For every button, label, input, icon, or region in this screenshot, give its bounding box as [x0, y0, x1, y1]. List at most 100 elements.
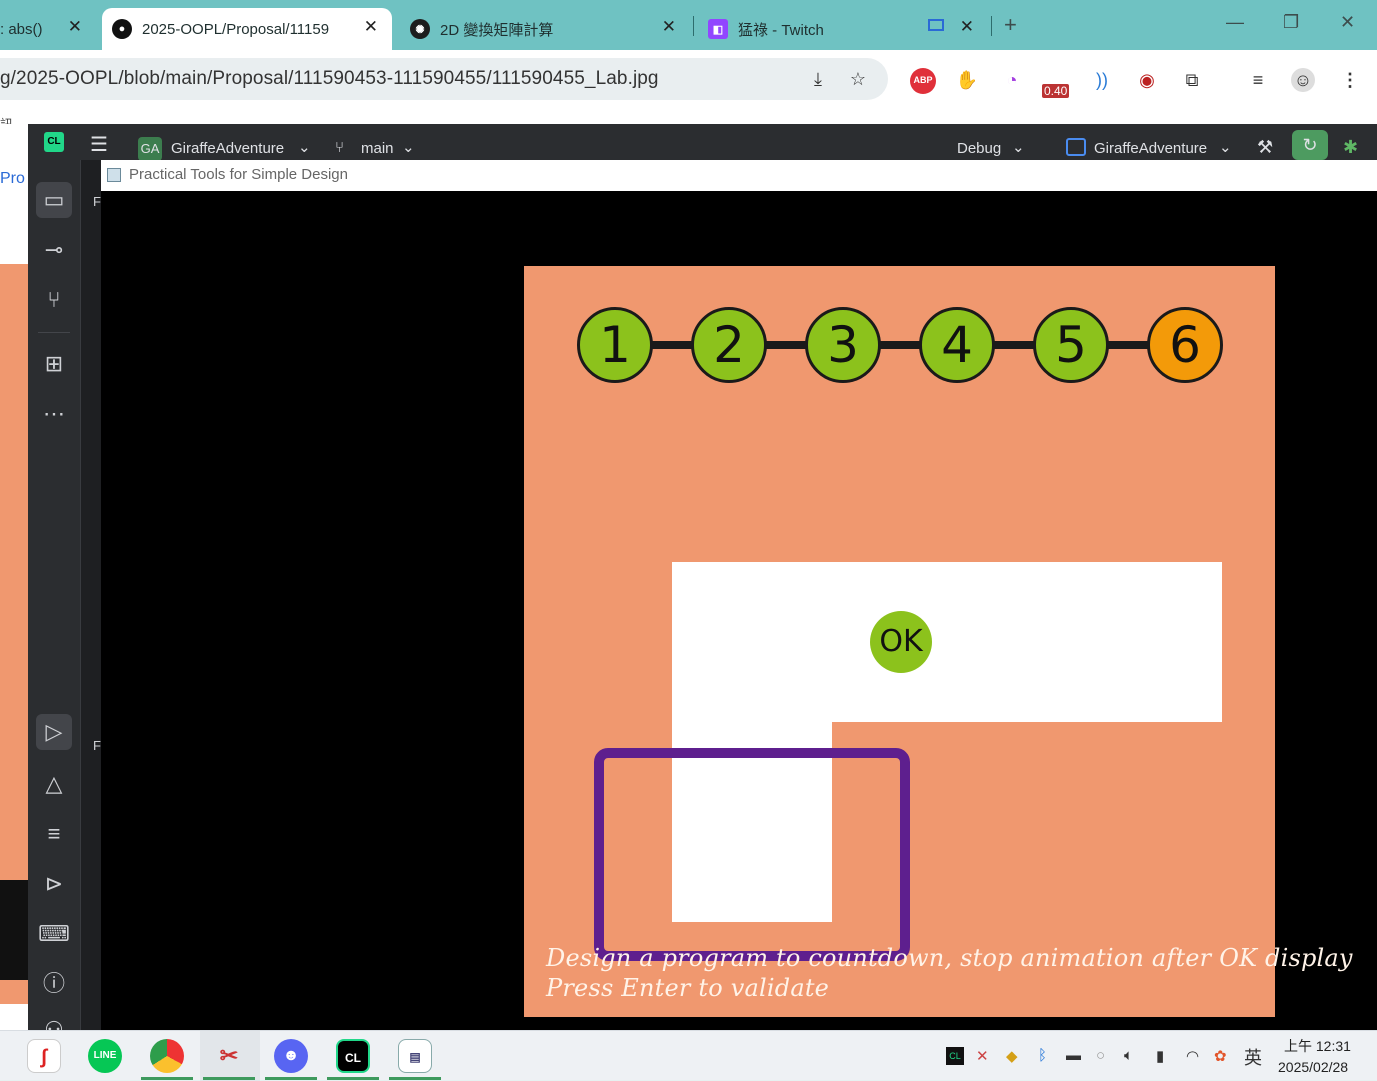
extensions-puzzle-icon[interactable]: ⧉: [1180, 68, 1204, 92]
bookmarks-bar: 訊: [0, 108, 1377, 124]
problems-icon[interactable]: ⓘ: [36, 966, 72, 1002]
game-window-taskbar-icon[interactable]: ▤: [398, 1039, 432, 1073]
tab-title: 2025-OOPL/Proposal/11159: [142, 20, 330, 38]
tab-separator: [991, 16, 992, 36]
tab-2d-matrix[interactable]: ✺ 2D 變換矩陣計算 ✕: [400, 8, 690, 50]
instruction-line: Design a program to countdown, stop anim…: [546, 944, 1353, 972]
structure-icon[interactable]: ⊞: [36, 346, 72, 382]
pdf-reader-icon[interactable]: ∫: [27, 1039, 61, 1073]
services-icon[interactable]: ⊳: [36, 866, 72, 902]
adblock-icon[interactable]: ABP: [910, 68, 936, 94]
countdown-step: 6: [1147, 307, 1223, 383]
snipping-tool-icon[interactable]: ✂: [212, 1039, 246, 1073]
restore-icon[interactable]: ❐: [1283, 12, 1299, 33]
ublock-icon[interactable]: ✋: [955, 68, 979, 92]
windows-taskbar: ∫ LINE ✂ ☻ CL ▤ CL ✕ ◆ ᛒ ▬ ○ 🔈︎ ▮ ◠ ✿ 英 …: [0, 1030, 1377, 1081]
pull-request-icon[interactable]: ⑂: [36, 282, 72, 318]
url-text[interactable]: g/2025-OOPL/blob/main/Proposal/111590453…: [0, 68, 659, 90]
ok-indicator: OK: [870, 611, 932, 673]
target-window-icon: [1066, 138, 1086, 156]
profile-avatar[interactable]: ☺: [1291, 68, 1315, 92]
tray-app-orange-icon[interactable]: ✿: [1214, 1047, 1227, 1065]
tab-twitch[interactable]: ◧ 猛祿 - Twitch ✕: [698, 8, 988, 50]
address-bar[interactable]: g/2025-OOPL/blob/main/Proposal/111590453…: [0, 58, 888, 100]
video-speed-extension-icon[interactable]: 0.40: [1040, 66, 1074, 98]
countdown-step: 4: [919, 307, 995, 383]
read-aloud-icon[interactable]: )): [1090, 68, 1114, 92]
close-icon[interactable]: ✕: [662, 17, 676, 37]
microphone-icon[interactable]: ▮: [1156, 1047, 1164, 1065]
tab-separator: [693, 16, 694, 36]
chevron-down-icon[interactable]: ⌄: [1219, 138, 1232, 156]
battery-icon[interactable]: ▬: [1066, 1047, 1081, 1064]
game-stage: 123456 OK Design a program to countdown,…: [524, 266, 1352, 1017]
close-icon[interactable]: ✕: [68, 17, 82, 37]
close-window-icon[interactable]: ✕: [1340, 12, 1355, 33]
timer-extension-icon[interactable]: ◔: [1000, 68, 1024, 92]
extension-red-icon[interactable]: ◉: [1135, 68, 1159, 92]
github-icon: ●: [112, 19, 132, 39]
rerun-icon[interactable]: ↻: [1292, 130, 1328, 160]
picture-in-picture-icon[interactable]: [928, 19, 944, 31]
bookmark-edge-label[interactable]: 訊: [0, 114, 13, 124]
game-window-titlebar[interactable]: Practical Tools for Simple Design: [101, 160, 1377, 191]
game-canvas[interactable]: 123456 OK Design a program to countdown,…: [101, 191, 1377, 1030]
terminal-icon[interactable]: ⌨: [36, 916, 72, 952]
chevron-down-icon[interactable]: ⌄: [402, 138, 415, 156]
messages-icon[interactable]: ≡: [36, 816, 72, 852]
clock-time[interactable]: 上午 12:31: [1284, 1036, 1351, 1056]
debug-bug-icon[interactable]: ✱: [1343, 137, 1358, 158]
project-badge[interactable]: GA: [138, 137, 162, 161]
close-icon[interactable]: ✕: [960, 17, 974, 37]
clion-logo-icon: CL: [44, 132, 64, 152]
commit-icon[interactable]: ⊸: [36, 232, 72, 268]
tray-clion-icon[interactable]: CL: [946, 1047, 964, 1065]
tray-mute-icon[interactable]: ✕: [976, 1047, 989, 1065]
branch-name[interactable]: main: [361, 140, 394, 157]
close-icon[interactable]: ✕: [364, 17, 378, 37]
discord-icon[interactable]: ☻: [274, 1039, 308, 1073]
extension-badge: 0.40: [1042, 84, 1070, 98]
instruction-line: Press Enter to validate: [546, 974, 830, 1002]
clion-taskbar-icon[interactable]: CL: [336, 1039, 370, 1073]
tab-github-proposal[interactable]: ● 2025-OOPL/Proposal/11159 ✕: [102, 8, 392, 50]
clock-date[interactable]: 2025/02/28: [1278, 1059, 1348, 1075]
bluetooth-icon[interactable]: ᛒ: [1038, 1047, 1047, 1064]
project-folder-icon[interactable]: ▭: [36, 182, 72, 218]
background-dark-strip: [0, 880, 28, 980]
project-name[interactable]: GiraffeAdventure: [171, 140, 284, 157]
install-app-icon[interactable]: ⤓: [806, 67, 830, 91]
sidebar-divider: [38, 332, 70, 333]
chrome-icon[interactable]: [150, 1039, 184, 1073]
game-window-title: Practical Tools for Simple Design: [129, 166, 348, 183]
wifi-icon[interactable]: ◠: [1186, 1047, 1199, 1065]
new-tab-icon[interactable]: +: [1004, 12, 1017, 38]
volume-icon[interactable]: 🔈︎: [1124, 1047, 1133, 1064]
cmake-icon[interactable]: △: [36, 766, 72, 802]
selection-frame: [594, 748, 910, 961]
line-app-icon[interactable]: LINE: [88, 1039, 122, 1073]
countdown-step: 2: [691, 307, 767, 383]
app-window-icon: [107, 168, 121, 182]
countdown-step: 3: [805, 307, 881, 383]
chevron-down-icon[interactable]: ⌄: [1012, 138, 1025, 156]
run-icon[interactable]: ▷: [36, 714, 72, 750]
ime-indicator[interactable]: 英: [1244, 1044, 1262, 1070]
countdown-step: 5: [1033, 307, 1109, 383]
tray-circle-icon[interactable]: ○: [1096, 1047, 1105, 1064]
main-menu-icon[interactable]: ☰: [90, 132, 108, 157]
background-browser-page: Pro: [0, 124, 28, 1030]
tab-title: 2D 變換矩陣計算: [440, 21, 554, 39]
minimize-icon[interactable]: —: [1226, 12, 1244, 33]
build-hammer-icon[interactable]: ⚒: [1257, 137, 1273, 158]
chevron-down-icon[interactable]: ⌄: [298, 138, 311, 156]
tray-app-icon[interactable]: ◆: [1006, 1047, 1018, 1065]
run-config[interactable]: Debug: [957, 140, 1001, 157]
media-control-icon[interactable]: ≡: [1246, 68, 1270, 92]
tab-abs[interactable]: : abs() ✕: [0, 8, 96, 50]
bookmark-star-icon[interactable]: ☆: [846, 67, 870, 91]
page-fragment-text: Pro: [0, 170, 25, 187]
more-tools-icon[interactable]: ⋯: [36, 396, 72, 432]
more-menu-icon[interactable]: ⋮: [1338, 68, 1362, 92]
target-name[interactable]: GiraffeAdventure: [1094, 140, 1207, 157]
